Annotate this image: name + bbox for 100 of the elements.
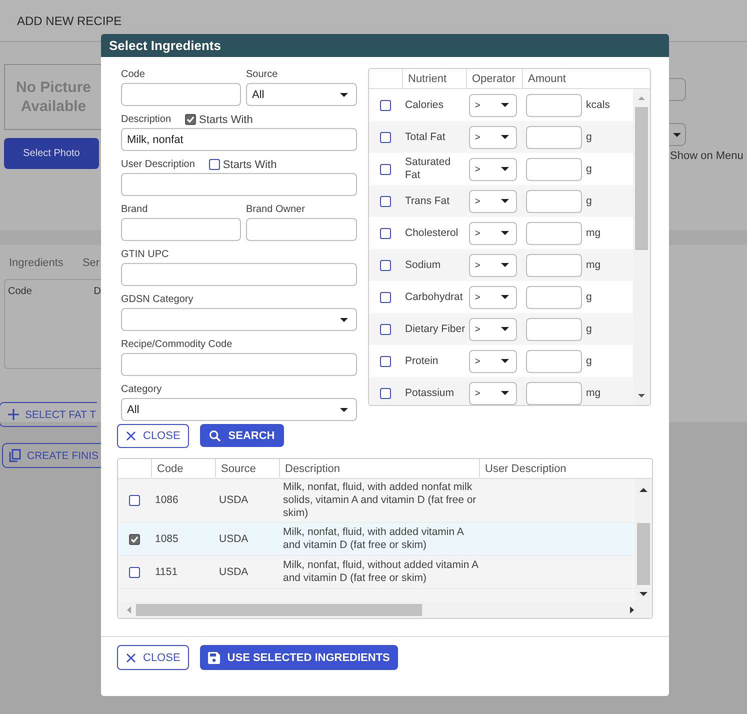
checkbox[interactable]: [380, 260, 391, 270]
unit-label: g: [586, 291, 592, 303]
column-header: Nutrient: [402, 69, 466, 88]
checkbox[interactable]: [129, 495, 140, 506]
caret-icon: [673, 132, 681, 136]
input-field[interactable]: Milk, nonfat: [121, 128, 357, 151]
column-header: Amount: [522, 69, 650, 88]
caret-icon: [501, 295, 509, 299]
checkbox[interactable]: [380, 324, 391, 334]
table-cell-text: Milk, nonfat, fluid, without added vitamin A and vitamin D (fat free or skim): [282, 559, 479, 585]
checkbox[interactable]: [380, 164, 391, 174]
amount-field[interactable]: [526, 94, 582, 116]
nutrient-name: Calories: [404, 98, 445, 112]
tab[interactable]: Ser: [82, 257, 100, 269]
input-field[interactable]: [121, 173, 357, 196]
caret-icon: [340, 318, 348, 322]
operator-dropdown[interactable]: >: [469, 94, 517, 116]
select-photo-button[interactable]: Select Photo: [4, 138, 99, 169]
nutrient-name: Saturated Fat: [404, 156, 452, 182]
nutrient-name: Trans Fat: [404, 194, 451, 208]
checkbox[interactable]: [380, 292, 391, 302]
operator-dropdown[interactable]: >: [469, 190, 517, 212]
operator-dropdown[interactable]: >: [469, 158, 517, 180]
field-label: Recipe/Commodity Code: [121, 339, 232, 350]
amount-field[interactable]: [526, 158, 582, 180]
unit-label: g: [586, 131, 592, 143]
operator-dropdown[interactable]: >: [469, 350, 517, 372]
amount-field[interactable]: [526, 286, 582, 308]
operator-dropdown[interactable]: >: [469, 318, 517, 340]
caret-icon: [501, 359, 509, 363]
select-fat-button[interactable]: SELECT FAT T: [0, 402, 97, 427]
dropdown[interactable]: All: [121, 398, 357, 421]
caret-icon: [501, 327, 509, 331]
input-field[interactable]: [121, 218, 241, 241]
unit-label: g: [586, 323, 592, 335]
checkbox[interactable]: [208, 159, 220, 170]
tab[interactable]: Ingredients: [9, 257, 64, 269]
caret-icon: [501, 263, 509, 267]
input-field[interactable]: [121, 83, 241, 106]
input-field[interactable]: [121, 353, 357, 376]
amount-field[interactable]: [526, 350, 582, 372]
unit-label: g: [586, 355, 592, 367]
checkbox[interactable]: [129, 534, 140, 544]
unit-label: g: [586, 195, 592, 207]
nutrient-name: Total Fat: [404, 130, 446, 144]
unit-label: kcals: [586, 99, 610, 111]
close-icon: [126, 431, 136, 441]
column-header: Code: [8, 286, 33, 297]
table-cell-text: USDA: [218, 494, 250, 507]
nutrient-name: Carbohydrat: [404, 290, 464, 304]
save-icon: [208, 652, 220, 664]
checkbox[interactable]: [380, 388, 391, 398]
amount-field[interactable]: [526, 222, 582, 244]
field-label: Brand Owner: [246, 204, 305, 215]
checkbox[interactable]: [380, 196, 391, 206]
amount-field[interactable]: [526, 318, 582, 340]
copy-icon: [9, 449, 21, 462]
checkbox[interactable]: [380, 132, 391, 142]
checkbox[interactable]: [380, 228, 391, 238]
scrollbar[interactable]: [635, 479, 652, 602]
table-cell-text: 1086: [154, 494, 180, 507]
checkbox[interactable]: [185, 114, 196, 125]
amount-field[interactable]: [526, 190, 582, 212]
amount-field[interactable]: [526, 254, 582, 276]
input-field[interactable]: [246, 218, 357, 241]
caret-icon: [340, 92, 348, 96]
input-field[interactable]: [121, 263, 357, 286]
operator-dropdown[interactable]: >: [469, 126, 517, 148]
field-label: GDSN Category: [121, 294, 194, 305]
plus-icon: [8, 409, 19, 420]
close-button[interactable]: CLOSE: [117, 424, 190, 448]
operator-dropdown[interactable]: >: [469, 286, 517, 308]
show-on-menu-label: Show on Menu: [669, 150, 744, 162]
operator-dropdown[interactable]: >: [469, 254, 517, 276]
operator-dropdown[interactable]: >: [469, 382, 517, 404]
nutrient-name: Dietary Fiber: [404, 322, 466, 336]
column-header: Source: [215, 459, 279, 478]
scrollbar[interactable]: [633, 89, 650, 405]
use-selected-button[interactable]: USE SELECTED INGREDIENTS: [200, 645, 398, 670]
search-button[interactable]: SEARCH: [200, 424, 284, 447]
scrollbar[interactable]: [118, 602, 652, 618]
starts-with-label: Starts With: [222, 158, 277, 170]
dropdown[interactable]: All: [246, 83, 357, 106]
checkbox[interactable]: [380, 100, 391, 110]
checkbox[interactable]: [129, 566, 140, 578]
starts-with-label: Starts With: [199, 114, 253, 126]
checkbox[interactable]: [380, 356, 391, 366]
amount-field[interactable]: [526, 126, 582, 148]
nutrient-name: Protein: [404, 354, 440, 368]
caret-icon: [501, 391, 509, 395]
field-label: Code: [121, 69, 145, 80]
amount-field[interactable]: [526, 382, 582, 404]
close-button[interactable]: CLOSE: [117, 645, 190, 670]
operator-dropdown[interactable]: >: [469, 222, 517, 244]
column-header: User Description: [479, 459, 652, 478]
table-cell-text: USDA: [218, 566, 250, 578]
no-picture-text: No Picture Available: [14, 78, 92, 116]
caret-icon: [501, 167, 509, 171]
table-cell-text: 1151: [154, 566, 179, 578]
caret-icon: [501, 103, 509, 107]
